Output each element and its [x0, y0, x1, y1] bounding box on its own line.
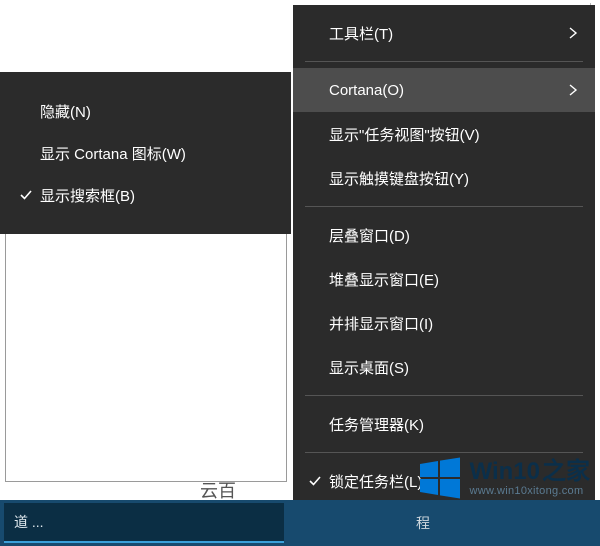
cortana-submenu: 隐藏(N) 显示 Cortana 图标(W) 显示搜索框(B) — [0, 72, 291, 234]
menu-label: 显示搜索框(B) — [38, 185, 273, 206]
watermark-brand: Win10 — [470, 460, 540, 484]
menu-label: Cortana(O) — [327, 82, 565, 99]
menu-item-toolbars[interactable]: 工具栏(T) — [293, 11, 595, 55]
menu-label: 显示触摸键盘按钮(Y) — [327, 168, 565, 189]
menu-label: 层叠窗口(D) — [327, 225, 565, 246]
menu-item-cortana[interactable]: Cortana(O) — [293, 68, 595, 112]
menu-item-cascade-windows[interactable]: 层叠窗口(D) — [293, 213, 595, 257]
windows-logo-icon — [418, 456, 462, 500]
menu-label: 工具栏(T) — [327, 23, 565, 44]
menu-label: 显示 Cortana 图标(W) — [38, 143, 273, 164]
menu-label: 显示桌面(S) — [327, 357, 565, 378]
submenu-item-show-cortana-icon[interactable]: 显示 Cortana 图标(W) — [0, 132, 291, 174]
submenu-item-show-search-box[interactable]: 显示搜索框(B) — [0, 174, 291, 216]
menu-separator — [305, 452, 583, 453]
menu-label: 堆叠显示窗口(E) — [327, 269, 565, 290]
menu-item-show-task-view[interactable]: 显示"任务视图"按钮(V) — [293, 112, 595, 156]
background-panel — [5, 220, 287, 482]
menu-separator — [305, 395, 583, 396]
menu-label: 任务管理器(K) — [327, 414, 565, 435]
taskbar-truncated-text: 程 — [416, 513, 430, 533]
menu-separator — [305, 206, 583, 207]
checkmark-icon — [14, 188, 38, 202]
submenu-item-hide[interactable]: 隐藏(N) — [0, 90, 291, 132]
submenu-arrow-icon — [565, 84, 581, 96]
watermark-title: Win10之家 — [470, 460, 590, 484]
taskbar-search-box[interactable]: 道 ... — [4, 503, 284, 543]
menu-label: 显示"任务视图"按钮(V) — [327, 124, 565, 145]
submenu-arrow-icon — [565, 27, 581, 39]
menu-item-stack-windows[interactable]: 堆叠显示窗口(E) — [293, 257, 595, 301]
menu-label: 并排显示窗口(I) — [327, 313, 565, 334]
menu-item-show-desktop[interactable]: 显示桌面(S) — [293, 345, 595, 389]
search-text: 道 ... — [14, 512, 44, 532]
checkmark-icon — [303, 474, 327, 488]
watermark: Win10之家 www.win10xitong.com — [418, 456, 590, 500]
watermark-suffix: 之家 — [542, 460, 590, 484]
menu-item-task-manager[interactable]: 任务管理器(K) — [293, 402, 595, 446]
menu-item-show-touch-keyboard[interactable]: 显示触摸键盘按钮(Y) — [293, 156, 595, 200]
menu-label: 隐藏(N) — [38, 101, 273, 122]
taskbar[interactable]: 道 ... 程 — [0, 500, 600, 546]
menu-separator — [305, 61, 583, 62]
menu-item-side-by-side-windows[interactable]: 并排显示窗口(I) — [293, 301, 595, 345]
watermark-url: www.win10xitong.com — [470, 486, 590, 497]
